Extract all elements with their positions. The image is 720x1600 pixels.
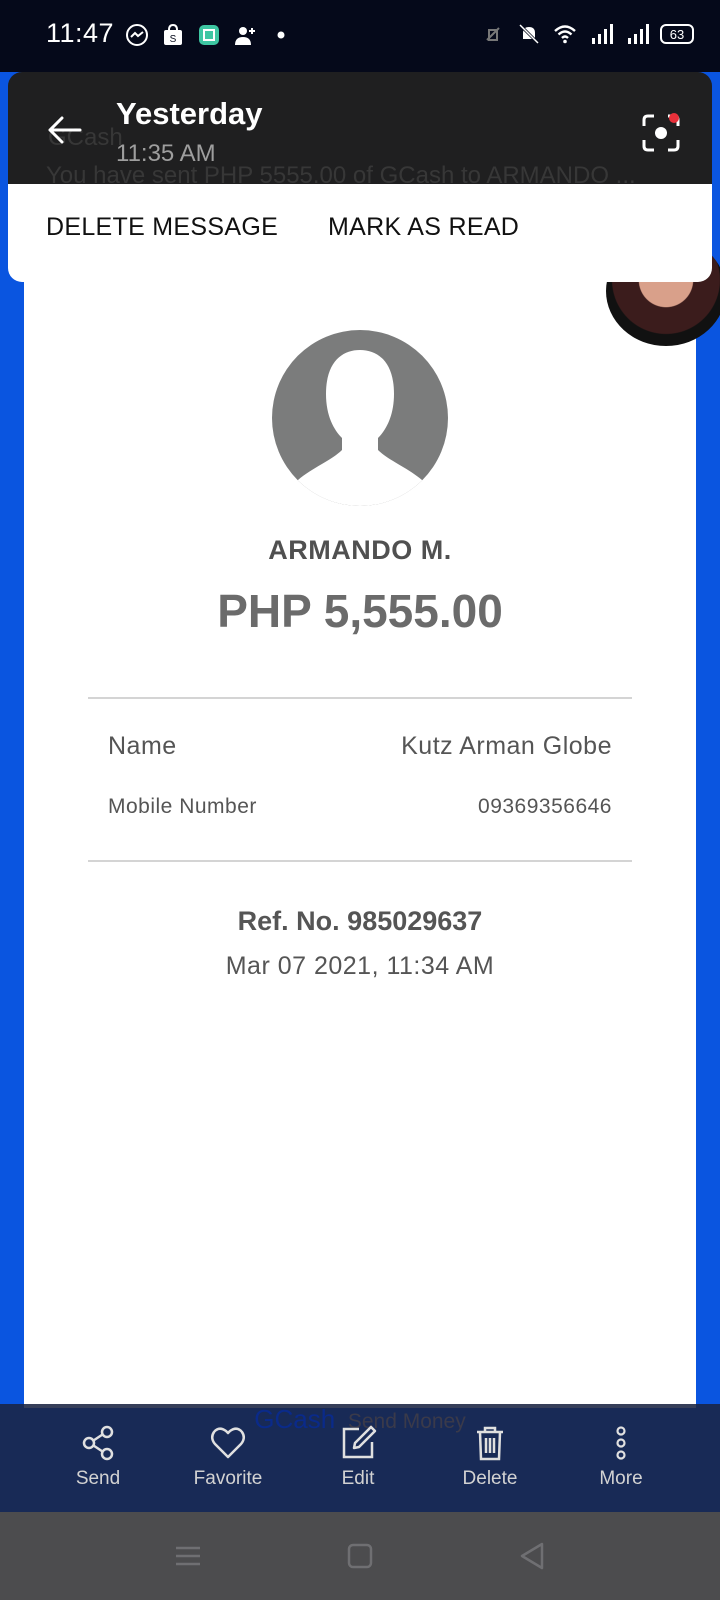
more-vertical-icon (616, 1426, 626, 1460)
vibrate-off-icon (480, 21, 506, 47)
reference-number: Ref. No. 985029637 (237, 906, 483, 936)
system-icons: 63 (480, 21, 694, 47)
app-icon (196, 22, 222, 48)
divider-bottom (88, 860, 632, 862)
header-time: 11:35 AM (116, 140, 216, 167)
signal-2-icon (624, 21, 650, 47)
delete-label: Delete (462, 1468, 518, 1489)
delete-message-button[interactable]: DELETE MESSAGE (46, 213, 278, 242)
mobile-value: 09369356646 (478, 795, 612, 818)
notification-icons: S (124, 22, 294, 48)
mark-as-read-button[interactable]: MARK AS READ (328, 213, 519, 242)
edit-button[interactable]: Edit (298, 1424, 418, 1490)
messenger-icon (124, 22, 150, 48)
back-arrow-icon[interactable] (44, 110, 84, 150)
notification-header: GCash You have sent PHP 5555.00 of GCash… (8, 72, 712, 189)
add-contact-icon (232, 22, 258, 48)
divider-top (88, 697, 632, 699)
signal-1-icon (588, 21, 614, 47)
more-label: More (599, 1468, 643, 1489)
header-title: Yesterday (116, 96, 263, 131)
shopee-icon: S (160, 22, 186, 48)
status-bar: 11:47 S 63 (0, 0, 720, 72)
wifi-icon (552, 21, 578, 47)
edit-label: Edit (341, 1468, 375, 1489)
back-nav-icon[interactable] (516, 1540, 548, 1572)
send-button[interactable]: Send (38, 1424, 158, 1490)
heart-icon (211, 1427, 245, 1459)
trash-icon (477, 1426, 503, 1461)
delete-button[interactable]: Delete (430, 1424, 550, 1490)
share-icon (82, 1425, 114, 1461)
favorite-label: Favorite (193, 1468, 263, 1489)
mobile-label: Mobile Number (108, 795, 257, 818)
recipient-avatar (272, 330, 448, 506)
transaction-date: Mar 07 2021, 11:34 AM (225, 952, 495, 980)
name-value: Kutz Arman Globe (401, 732, 612, 760)
action-menu: DELETE MESSAGE MARK AS READ (8, 184, 712, 282)
status-time: 11:47 (46, 18, 115, 48)
lens-icon[interactable] (640, 112, 682, 154)
amount: PHP 5,555.00 (217, 585, 503, 637)
mute-icon (516, 21, 542, 47)
send-label: Send (75, 1468, 121, 1489)
name-label: Name (108, 732, 177, 760)
dot-icon (268, 22, 294, 48)
menu-nav-icon[interactable] (172, 1540, 204, 1572)
svg-text:S: S (170, 34, 177, 45)
edit-icon (342, 1425, 377, 1459)
favorite-button[interactable]: Favorite (168, 1424, 288, 1490)
recipient-name: ARMANDO M. (268, 535, 452, 565)
battery-icon: 63 (660, 24, 694, 44)
navigation-bar (0, 1512, 720, 1600)
more-button[interactable]: More (561, 1424, 681, 1490)
home-nav-icon[interactable] (344, 1540, 376, 1572)
